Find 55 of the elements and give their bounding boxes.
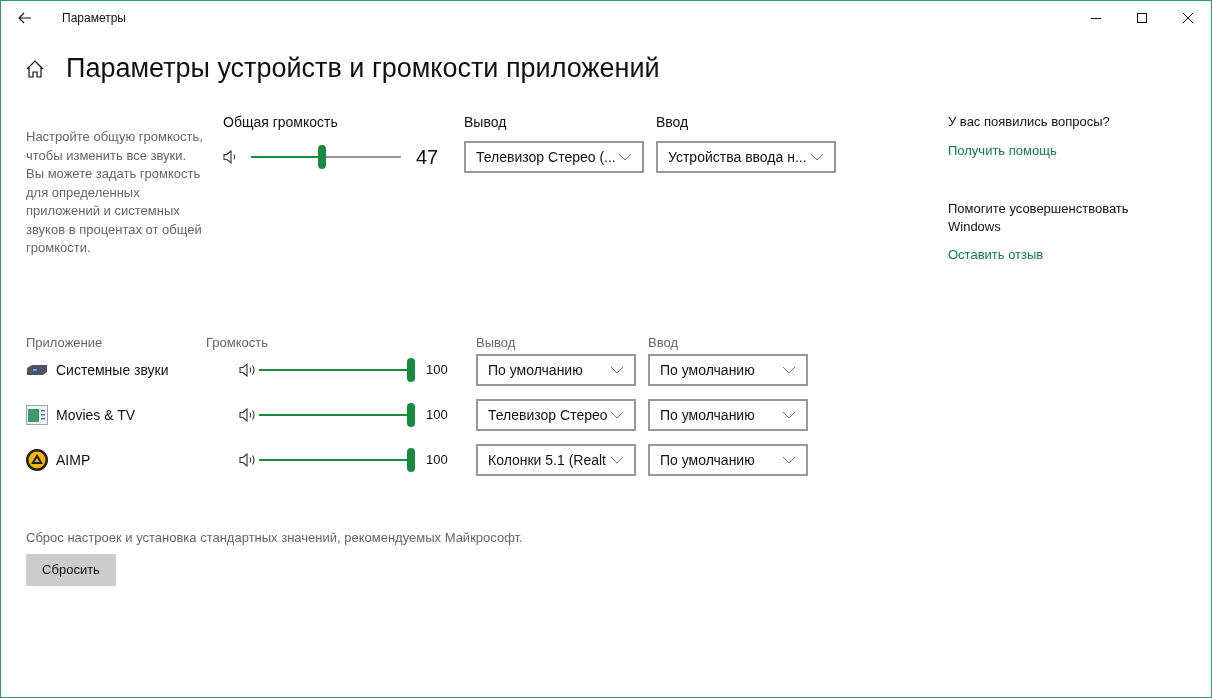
speaker-icon	[239, 453, 257, 467]
triangle-logo-icon	[26, 449, 48, 471]
slider-thumb[interactable]	[407, 403, 415, 427]
dropdown[interactable]: Колонки 5.1 (Realt	[476, 444, 636, 476]
dropdown[interactable]: По умолчанию	[648, 399, 808, 431]
column-header: Громкость	[206, 333, 269, 352]
page-title: Параметры устройств и громкости приложений	[66, 55, 660, 82]
column-header: Вывод	[476, 333, 517, 352]
chevron-down-icon	[810, 153, 824, 161]
column-header: Ввод	[648, 333, 679, 352]
home-icon	[25, 58, 45, 79]
chevron-down-icon	[610, 366, 624, 374]
app-name: AIMP	[56, 450, 91, 470]
chevron-down-icon	[610, 456, 624, 464]
reset-button[interactable]: Сбросить	[26, 553, 116, 586]
chevron-down-icon	[610, 411, 624, 419]
close-icon	[1183, 13, 1193, 23]
input-label: Ввод	[656, 113, 690, 132]
improve-text: Помогите усовершенствовать Windows	[948, 200, 1130, 236]
volume-value: 100	[426, 406, 448, 425]
description-text: Настройте общую громкость, чтобы изменить все звуки. Вы можете задать громкость для определенных приложений и системных звуков в процентах от общей громкости.	[26, 128, 204, 257]
slider-thumb[interactable]	[407, 358, 415, 382]
app-name: Системные звуки	[56, 360, 169, 380]
dropdown[interactable]: По умолчанию	[476, 354, 636, 386]
column-header: Приложение	[26, 333, 104, 352]
minimize-icon	[1091, 17, 1101, 19]
help-question: У вас появились вопросы?	[948, 113, 1111, 131]
volume-value: 47	[416, 145, 439, 170]
master-volume-label: Общая громкость	[223, 113, 339, 132]
maximize-icon	[1137, 13, 1147, 23]
volume-value: 100	[426, 361, 448, 380]
window-title: Параметры	[62, 10, 126, 27]
chevron-down-icon	[782, 456, 796, 464]
feedback-link[interactable]: Оставить отзыв	[948, 245, 1148, 265]
app-name: Movies & TV	[56, 405, 136, 425]
speaker-box-icon	[26, 363, 48, 377]
slider-track[interactable]	[251, 145, 401, 169]
speaker-icon	[239, 363, 257, 377]
dropdown[interactable]: По умолчанию	[648, 354, 808, 386]
volume-value: 100	[426, 451, 448, 470]
dropdown[interactable]: По умолчанию	[648, 444, 808, 476]
output-label: Вывод	[464, 113, 508, 132]
reset-description: Сброс настроек и установка стандартных значений, рекомендуемых Майкрософт.	[26, 529, 524, 547]
chevron-down-icon	[782, 411, 796, 419]
get-help-link[interactable]: Получить помощь	[948, 140, 1148, 160]
dropdown[interactable]: Устройства ввода н...	[656, 141, 836, 173]
speaker-icon	[239, 408, 257, 422]
slider-thumb[interactable]	[407, 448, 415, 472]
slider-thumb[interactable]	[317, 145, 326, 169]
window-icon	[26, 405, 48, 425]
chevron-down-icon	[782, 366, 796, 374]
dropdown[interactable]: Телевизор Стерео (...	[464, 141, 644, 173]
back-arrow-icon	[18, 12, 32, 24]
chevron-down-icon	[618, 153, 632, 161]
dropdown[interactable]: Телевизор Стерео	[476, 399, 636, 431]
